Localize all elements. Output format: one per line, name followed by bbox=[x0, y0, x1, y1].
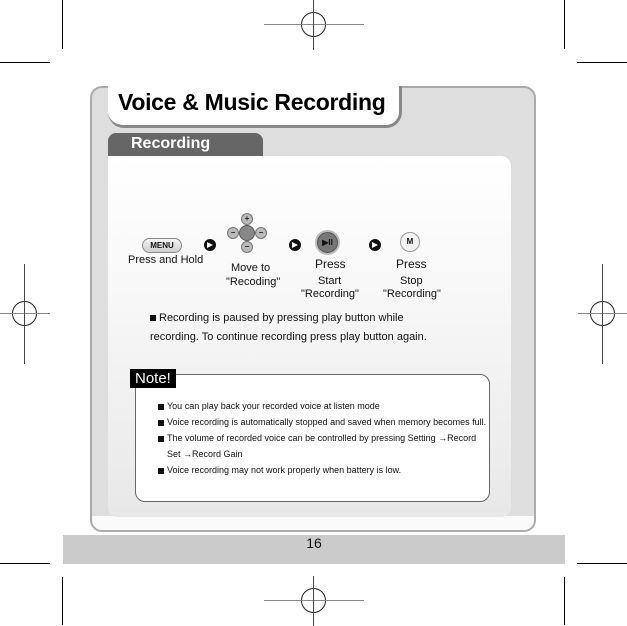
m-button-icon: M bbox=[400, 232, 420, 252]
page-title: Voice & Music Recording bbox=[118, 89, 386, 115]
pause-instruction: Recording is paused by pressing play but… bbox=[150, 312, 427, 343]
step-3-press: Press bbox=[315, 257, 346, 271]
page-number: 16 bbox=[306, 535, 322, 551]
registration-mark-icon bbox=[264, 576, 364, 626]
crop-mark bbox=[564, 577, 565, 625]
step-4-press: Press bbox=[396, 257, 427, 271]
crop-mark bbox=[564, 0, 565, 49]
crop-mark bbox=[0, 563, 50, 564]
section-title: Recording bbox=[131, 135, 211, 152]
note-item: Voice recording may not work properly wh… bbox=[158, 462, 488, 478]
menu-button-icon: MENU bbox=[142, 238, 182, 253]
step-3-caption-line1: Start bbox=[318, 275, 342, 287]
crop-mark bbox=[577, 62, 627, 63]
bullet-icon bbox=[158, 404, 164, 410]
step-2-caption-line2: "Recoding" bbox=[226, 276, 281, 288]
step-1-caption: Press and Hold bbox=[128, 254, 204, 266]
note-list: You can play back your recorded voice at… bbox=[158, 398, 488, 478]
arrow-right-icon bbox=[369, 239, 381, 251]
note-label: Note! bbox=[130, 369, 176, 388]
crop-mark bbox=[62, 577, 63, 625]
bullet-icon bbox=[158, 468, 164, 474]
crop-mark bbox=[0, 62, 50, 63]
step-4-caption-line2: "Recording" bbox=[383, 288, 441, 300]
bullet-icon bbox=[150, 315, 156, 321]
step-3-caption-line2: "Recording" bbox=[301, 288, 359, 300]
step-4-caption-line1: Stop bbox=[400, 275, 423, 287]
note-item: Voice recording is automatically stopped… bbox=[158, 414, 488, 430]
navigation-pad-icon: + − − − bbox=[227, 213, 267, 253]
note-item: You can play back your recorded voice at… bbox=[158, 398, 488, 414]
note-item: The volume of recorded voice can be cont… bbox=[158, 430, 488, 462]
registration-mark-icon bbox=[578, 264, 627, 364]
bullet-icon bbox=[158, 436, 164, 442]
arrow-right-icon bbox=[204, 239, 216, 251]
arrow-right-icon bbox=[289, 239, 301, 251]
play-pause-button-icon: ▶II bbox=[315, 230, 340, 255]
crop-mark bbox=[62, 0, 63, 49]
step-2-caption-line1: Move to bbox=[231, 262, 271, 274]
registration-mark-icon bbox=[264, 0, 364, 50]
page-footer: 16 bbox=[63, 535, 565, 564]
registration-mark-icon bbox=[0, 264, 50, 364]
crop-mark bbox=[577, 563, 627, 564]
bullet-icon bbox=[158, 420, 164, 426]
